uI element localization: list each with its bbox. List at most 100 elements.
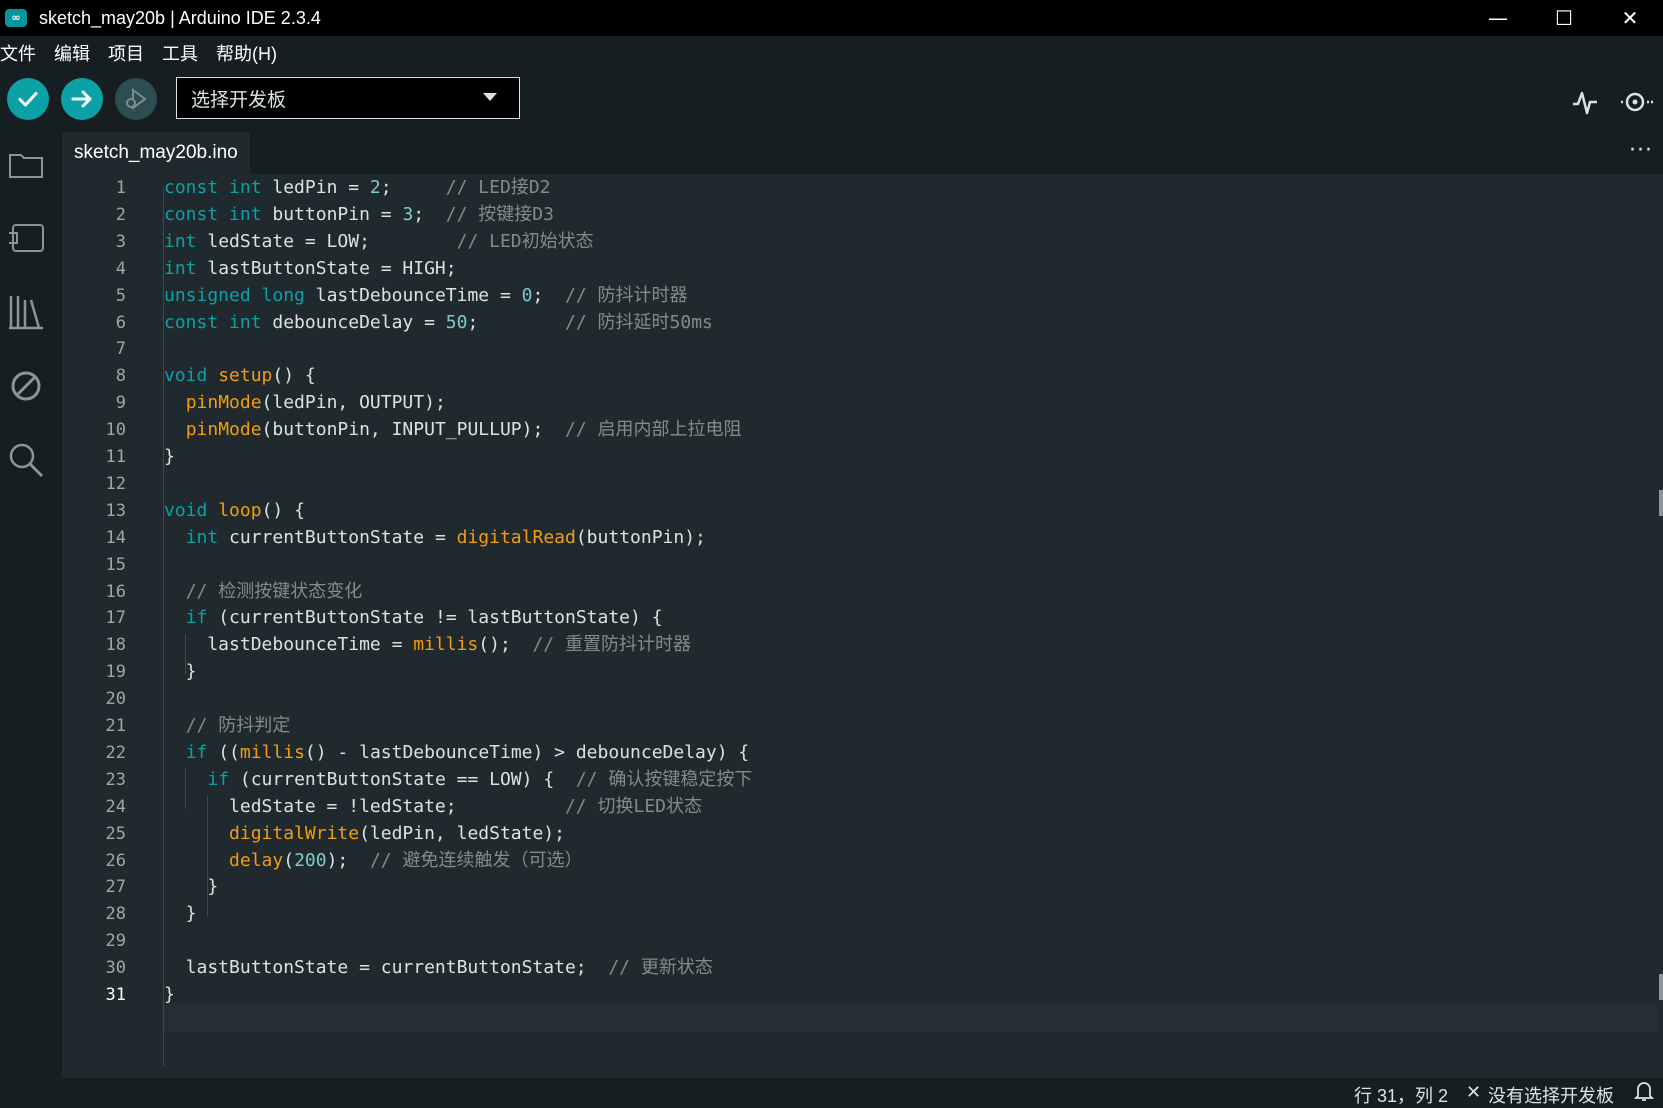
line-number: 2 (115, 204, 126, 225)
board-select-label: 选择开发板 (191, 89, 287, 111)
maximize-button[interactable]: ☐ (1531, 0, 1597, 36)
window-controls: — ☐ ✕ (1465, 0, 1663, 36)
debug-button[interactable] (115, 78, 157, 120)
code-line[interactable]: int lastButtonState = HIGH; (164, 255, 457, 283)
scrollbar-marker[interactable] (1659, 490, 1663, 516)
line-number: 28 (105, 904, 126, 925)
library-manager-icon[interactable] (6, 292, 46, 332)
code-line[interactable]: const int ledPin = 2; // LED接D2 (164, 174, 551, 202)
sidebar (0, 132, 62, 1105)
code-line[interactable]: } (164, 900, 197, 928)
code-line[interactable]: } (164, 873, 218, 901)
verify-icon (18, 92, 38, 107)
search-icon[interactable] (6, 440, 46, 480)
line-number: 30 (105, 958, 126, 979)
title-bar: ∞ sketch_may20b | Arduino IDE 2.3.4 — ☐ … (0, 0, 1663, 36)
minimize-button[interactable]: — (1465, 0, 1531, 36)
scrollbar-marker[interactable] (1659, 974, 1663, 1000)
serial-monitor-icon (1621, 92, 1653, 112)
status-bar: 行 31，列 2 ✕ 没有选择开发板 (0, 1078, 1663, 1108)
code-line[interactable]: } (164, 658, 197, 686)
chevron-down-icon (483, 93, 497, 101)
code-line[interactable]: if (currentButtonState != lastButtonStat… (164, 604, 663, 632)
line-number: 10 (105, 420, 126, 441)
code-line[interactable]: } (164, 981, 175, 1009)
upload-button[interactable] (61, 78, 103, 120)
line-number: 20 (105, 689, 126, 710)
line-number: 8 (115, 366, 126, 387)
code-line[interactable]: digitalWrite(ledPin, ledState); (164, 820, 565, 848)
line-number: 21 (105, 716, 126, 736)
line-number: 19 (105, 662, 126, 683)
code-line[interactable]: // 防抖判定 (164, 712, 291, 740)
menu-bar: 文件 编辑 项目 工具 帮助(H) (0, 36, 1663, 70)
bell-icon[interactable] (1633, 1080, 1655, 1107)
code-area[interactable]: const int ledPin = 2; // LED接D2 const int… (163, 174, 1658, 1078)
sketchbook-folder-icon[interactable] (6, 144, 46, 184)
cursor-position[interactable]: 行 31，列 2 (1354, 1082, 1448, 1108)
code-line[interactable]: const int debounceDelay = 50; // 防抖延时50m… (164, 309, 713, 337)
editor-tab-strip: sketch_may20b.ino ··· (62, 132, 1663, 174)
line-number-gutter: 1 2 3 4 5 6 7 8 9 10 11 12 13 14 15 16 17 18 19 20 21 22 23 24 2… (62, 174, 162, 1078)
serial-plotter-button[interactable] (1567, 84, 1603, 120)
line-number: 27 (105, 877, 126, 898)
code-line[interactable]: void setup() { (164, 362, 316, 390)
serial-monitor-button[interactable] (1619, 84, 1655, 120)
code-line[interactable]: unsigned long lastDebounceTime = 0; // 防… (164, 282, 688, 310)
line-number: 6 (115, 312, 126, 333)
code-line[interactable]: pinMode(buttonPin, INPUT_PULLUP); // 启用内… (164, 416, 742, 444)
menu-sketch[interactable]: 项目 (108, 40, 144, 66)
code-line[interactable]: if ((millis() - lastDebounceTime) > debo… (164, 739, 750, 767)
boards-manager-icon[interactable] (6, 218, 46, 258)
code-line[interactable]: int ledState = LOW; // LED初始状态 (164, 228, 594, 256)
line-number: 3 (115, 231, 126, 252)
upload-icon (71, 90, 92, 108)
line-number: 7 (115, 339, 126, 360)
menu-edit[interactable]: 编辑 (54, 40, 90, 66)
code-line[interactable]: lastDebounceTime = millis(); // 重置防抖计时器 (164, 631, 691, 659)
line-number: 16 (105, 581, 126, 602)
code-line[interactable]: const int buttonPin = 3; // 按键接D3 (164, 201, 554, 229)
line-number: 1 (115, 178, 126, 198)
line-number: 17 (105, 608, 126, 629)
debug-icon (126, 88, 147, 110)
line-number: 12 (105, 473, 126, 494)
toolbar: 选择开发板 (0, 70, 1663, 132)
line-number: 15 (105, 554, 126, 575)
line-number: 4 (115, 258, 126, 279)
code-line[interactable]: int currentButtonState = digitalRead(but… (164, 524, 706, 552)
window-title: sketch_may20b | Arduino IDE 2.3.4 (39, 7, 321, 28)
code-line[interactable]: delay(200); // 避免连续触发（可选） (164, 847, 582, 875)
code-line[interactable]: lastButtonState = currentButtonState; //… (164, 954, 713, 982)
line-number: 29 (105, 931, 126, 952)
line-number: 22 (105, 742, 126, 763)
menu-help[interactable]: 帮助(H) (216, 40, 277, 66)
line-number: 14 (105, 527, 126, 548)
more-options-icon[interactable]: ··· (1629, 138, 1653, 163)
menu-tools[interactable]: 工具 (162, 40, 198, 66)
line-number: 9 (115, 393, 126, 414)
board-status[interactable]: 没有选择开发板 (1488, 1082, 1614, 1108)
line-number: 26 (105, 850, 126, 871)
code-line[interactable]: ledState = !ledState; // 切换LED状态 (164, 793, 702, 821)
board-select-dropdown[interactable]: 选择开发板 (176, 77, 520, 119)
debug-sidebar-icon[interactable] (6, 366, 46, 406)
code-line[interactable]: if (currentButtonState == LOW) { // 确认按键… (164, 766, 752, 794)
tab-sketch-file[interactable]: sketch_may20b.ino (62, 132, 250, 174)
code-line[interactable]: } (164, 443, 175, 471)
no-board-icon: ✕ (1466, 1082, 1482, 1102)
line-number: 25 (105, 823, 126, 844)
code-line[interactable]: void loop() { (164, 497, 305, 525)
arduino-logo-icon: ∞ (5, 9, 27, 27)
menu-file[interactable]: 文件 (0, 40, 36, 66)
line-number: 5 (115, 285, 126, 306)
line-number: 13 (105, 500, 126, 521)
line-number: 23 (105, 769, 126, 790)
line-number: 24 (105, 796, 126, 817)
code-line[interactable]: pinMode(ledPin, OUTPUT); (164, 389, 446, 417)
verify-button[interactable] (7, 78, 49, 120)
serial-plotter-icon (1573, 91, 1597, 115)
code-editor[interactable]: 1 2 3 4 5 6 7 8 9 10 11 12 13 14 15 16 17 18 19 20 21 22 23 24 2… (62, 174, 1663, 1078)
close-button[interactable]: ✕ (1597, 0, 1663, 36)
code-line[interactable]: // 检测按键状态变化 (164, 578, 363, 606)
